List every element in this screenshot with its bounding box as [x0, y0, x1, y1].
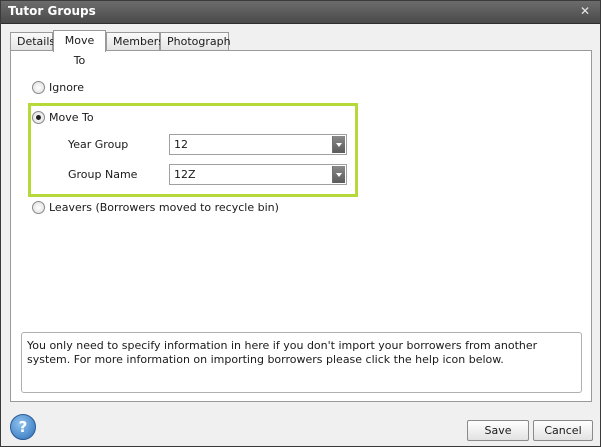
tab-members[interactable]: Members: [106, 32, 164, 50]
move-to-panel: Ignore Move To Year Group 12 Group Name …: [10, 50, 592, 402]
group-name-label: Group Name: [68, 168, 138, 181]
group-name-value: 12Z: [174, 168, 196, 181]
year-group-select[interactable]: 12: [169, 134, 347, 155]
save-button[interactable]: Save: [467, 420, 529, 441]
year-group-label: Year Group: [68, 138, 129, 151]
cancel-button[interactable]: Cancel: [533, 420, 593, 441]
chevron-down-icon[interactable]: [332, 136, 345, 153]
tutor-groups-dialog: Tutor Groups ✕ Details Move To Members P…: [0, 0, 601, 447]
ignore-label: Ignore: [49, 81, 84, 94]
move-to-label: Move To: [49, 111, 94, 124]
tab-move-to[interactable]: Move To: [53, 30, 106, 67]
close-icon[interactable]: ✕: [578, 4, 592, 18]
help-icon[interactable]: ?: [10, 414, 36, 440]
leavers-radio[interactable]: [32, 201, 45, 214]
window-title: Tutor Groups: [8, 4, 96, 18]
year-group-value: 12: [174, 138, 188, 151]
chevron-down-icon[interactable]: [332, 166, 345, 183]
title-bar[interactable]: Tutor Groups ✕: [1, 1, 600, 24]
ignore-radio[interactable]: [32, 81, 45, 94]
move-to-radio[interactable]: [32, 111, 45, 124]
tab-photograph[interactable]: Photograph: [160, 32, 231, 50]
leavers-label: Leavers (Borrowers moved to recycle bin): [49, 201, 279, 214]
info-text-box: You only need to specify information in …: [21, 332, 582, 393]
radio-selected-dot: [36, 115, 41, 120]
group-name-select[interactable]: 12Z: [169, 164, 347, 185]
tab-details[interactable]: Details: [10, 32, 55, 50]
